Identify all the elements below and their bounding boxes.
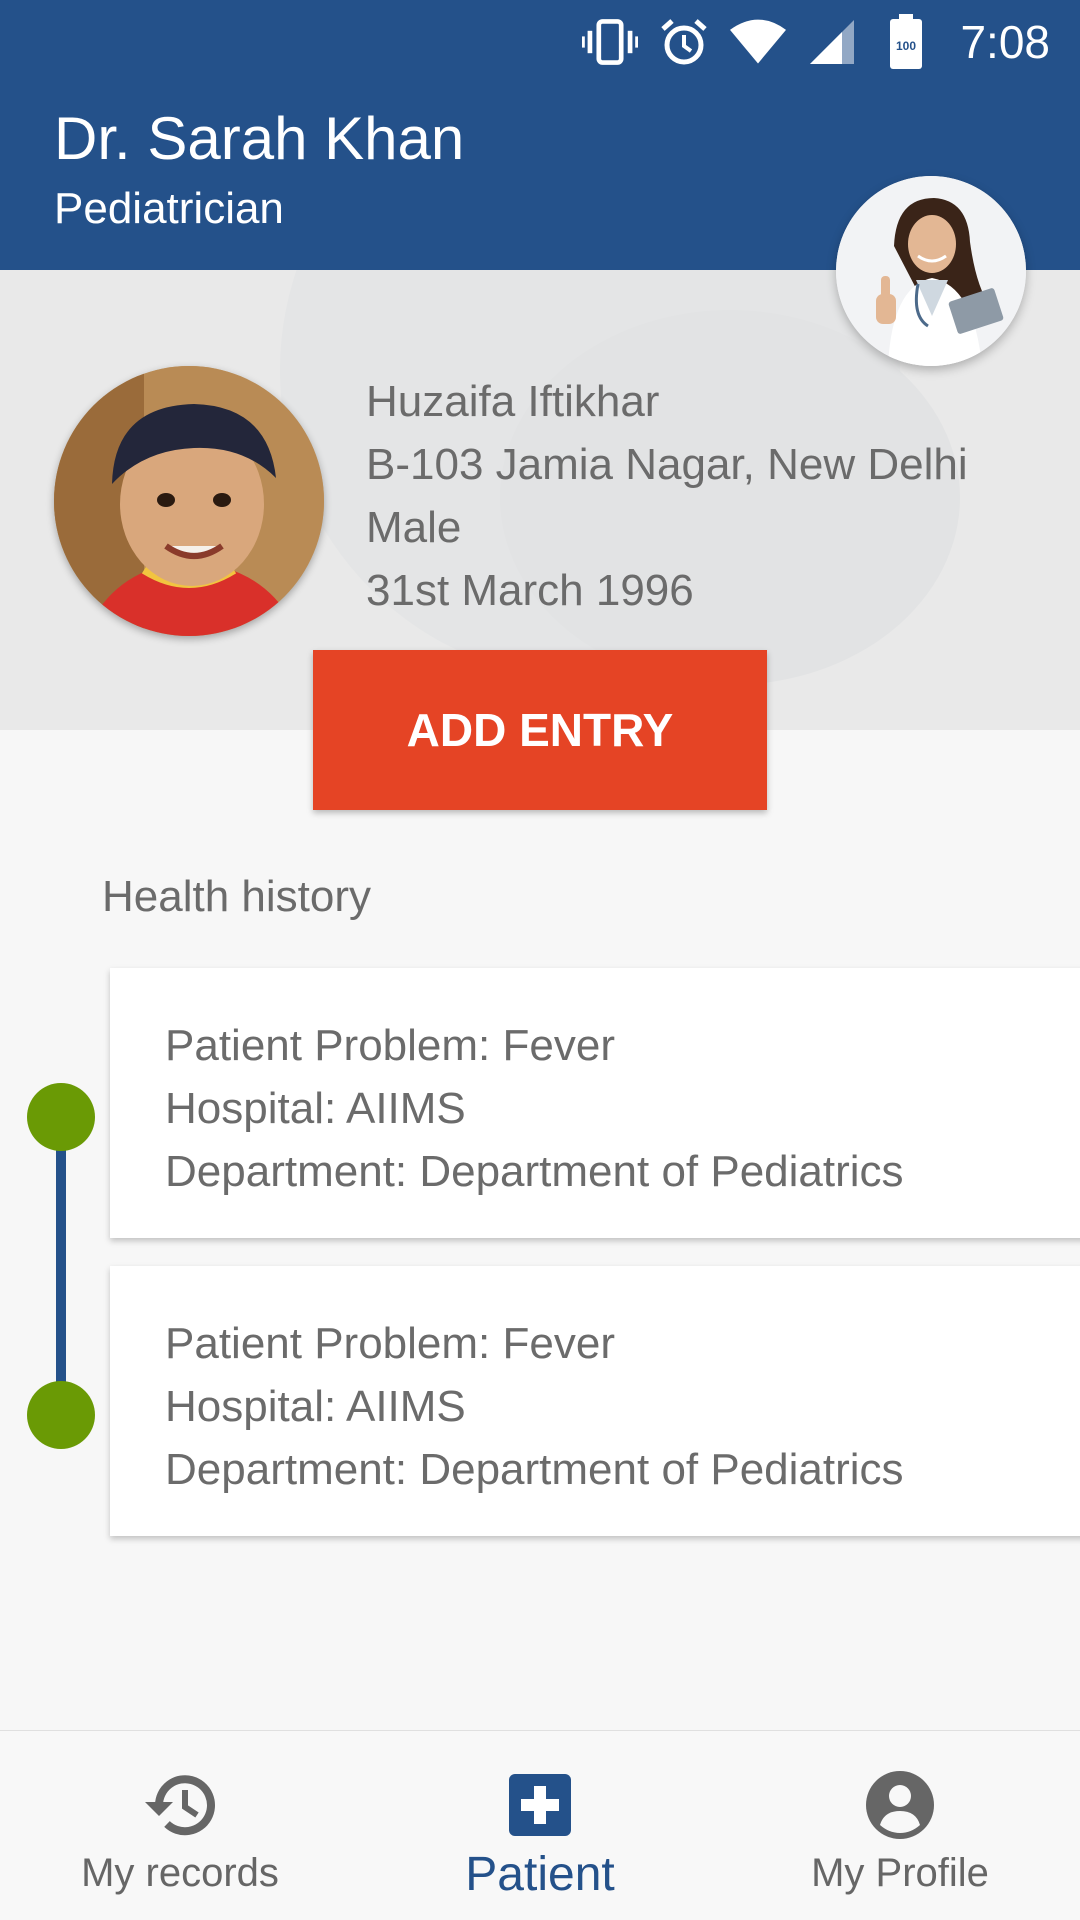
patient-avatar[interactable] xyxy=(54,366,324,636)
status-time: 7:08 xyxy=(960,16,1050,68)
battery-icon: 100 xyxy=(878,14,934,70)
patient-info: Huzaifa Iftikhar B-103 Jamia Nagar, New … xyxy=(366,370,968,622)
alarm-icon xyxy=(656,14,712,70)
health-history-title: Health history xyxy=(102,872,372,921)
nav-item-my-profile[interactable]: My Profile xyxy=(720,1731,1080,1920)
history-hospital: Hospital: AIIMS xyxy=(165,1382,466,1431)
history-department: Department: Department of Pediatrics xyxy=(165,1445,904,1494)
vibrate-icon xyxy=(582,14,639,70)
patient-address: B-103 Jamia Nagar, New Delhi xyxy=(366,440,968,489)
history-icon xyxy=(140,1765,220,1845)
history-department: Department: Department of Pediatrics xyxy=(165,1147,904,1196)
wifi-icon xyxy=(730,14,787,70)
nav-item-my-records[interactable]: My records xyxy=(0,1731,360,1920)
add-entry-button[interactable]: ADD ENTRY xyxy=(313,650,767,810)
doctor-name: Dr. Sarah Khan xyxy=(54,105,465,172)
battery-level: 100 xyxy=(896,39,916,53)
nav-label-my-records: My records xyxy=(81,1851,279,1895)
status-bar: 100 7:08 xyxy=(582,12,1050,72)
doctor-avatar[interactable] xyxy=(836,176,1026,366)
cell-signal-icon xyxy=(804,14,860,70)
nav-label-my-profile: My Profile xyxy=(811,1851,989,1895)
nav-label-patient: Patient xyxy=(465,1848,615,1901)
timeline-dot xyxy=(27,1381,95,1449)
timeline-dot xyxy=(27,1083,95,1151)
patient-dob: 31st March 1996 xyxy=(366,566,694,615)
medical-cross-icon xyxy=(500,1765,580,1845)
history-card[interactable]: Patient Problem: Fever Hospital: AIIMS D… xyxy=(110,968,1080,1238)
timeline-line xyxy=(56,1115,66,1415)
history-hospital: Hospital: AIIMS xyxy=(165,1084,466,1133)
bottom-navigation: My records Patient My Profile xyxy=(0,1730,1080,1920)
history-problem: Patient Problem: Fever xyxy=(165,1319,615,1368)
account-circle-icon xyxy=(860,1765,940,1845)
doctor-specialty: Pediatrician xyxy=(54,184,284,233)
patient-gender: Male xyxy=(366,503,462,552)
history-card[interactable]: Patient Problem: Fever Hospital: AIIMS D… xyxy=(110,1266,1080,1536)
patient-name: Huzaifa Iftikhar xyxy=(366,377,660,426)
history-problem: Patient Problem: Fever xyxy=(165,1021,615,1070)
nav-item-patient[interactable]: Patient xyxy=(360,1731,720,1920)
